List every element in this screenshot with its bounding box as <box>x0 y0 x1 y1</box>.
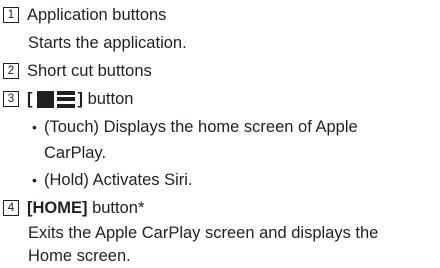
item-2-title: Short cut buttons <box>27 61 152 80</box>
item-3-bullet-1-continuation: CarPlay. <box>44 141 106 165</box>
manual-button-list: 1 Application buttons Starts the applica… <box>0 0 440 266</box>
item-3-bullet-1-text-cont: CarPlay. <box>44 143 107 162</box>
item-1-title: Application buttons <box>27 5 167 24</box>
item-3-heading: 3 [ ] button <box>0 87 133 111</box>
item-3-bullet-1-text: (Touch) Displays the home screen of Appl… <box>44 117 358 136</box>
item-3-title-suffix: button <box>83 89 134 108</box>
item-4-description-text-1: Exits the Apple CarPlay screen and displ… <box>28 223 379 242</box>
square-icon <box>36 90 54 108</box>
item-4-description-line-2: Home screen. <box>28 244 131 268</box>
item-number-1: 1 <box>3 7 19 23</box>
item-2-heading: 2 Short cut buttons <box>0 59 152 83</box>
menu-bars-icon <box>56 90 75 108</box>
bullet-dot: • <box>32 172 37 188</box>
item-number-2: 2 <box>3 63 19 79</box>
item-4-description-line-1: Exits the Apple CarPlay screen and displ… <box>28 221 378 245</box>
item-3-bullet-2-text: (Hold) Activates Siri. <box>44 170 193 189</box>
item-number-3: 3 <box>3 91 19 107</box>
item-4-heading: 4 [HOME] button* <box>0 196 144 220</box>
item-4-title-suffix: button* <box>87 198 145 217</box>
item-1-description: Starts the application. <box>28 31 187 55</box>
carplay-home-button-icon <box>36 90 75 108</box>
item-3-bullet-1: • (Touch) Displays the home screen of Ap… <box>32 115 358 139</box>
item-3-bullet-2: • (Hold) Activates Siri. <box>32 168 193 192</box>
item-4-description-text-2: Home screen. <box>28 246 131 265</box>
bullet-dot: • <box>32 119 37 135</box>
item-1-heading: 1 Application buttons <box>0 3 166 27</box>
item-3-bracket-open: [ <box>27 89 33 108</box>
item-number-4: 4 <box>3 200 19 216</box>
item-1-description-text: Starts the application. <box>28 33 187 52</box>
item-4-title-bold: [HOME] <box>27 198 88 217</box>
